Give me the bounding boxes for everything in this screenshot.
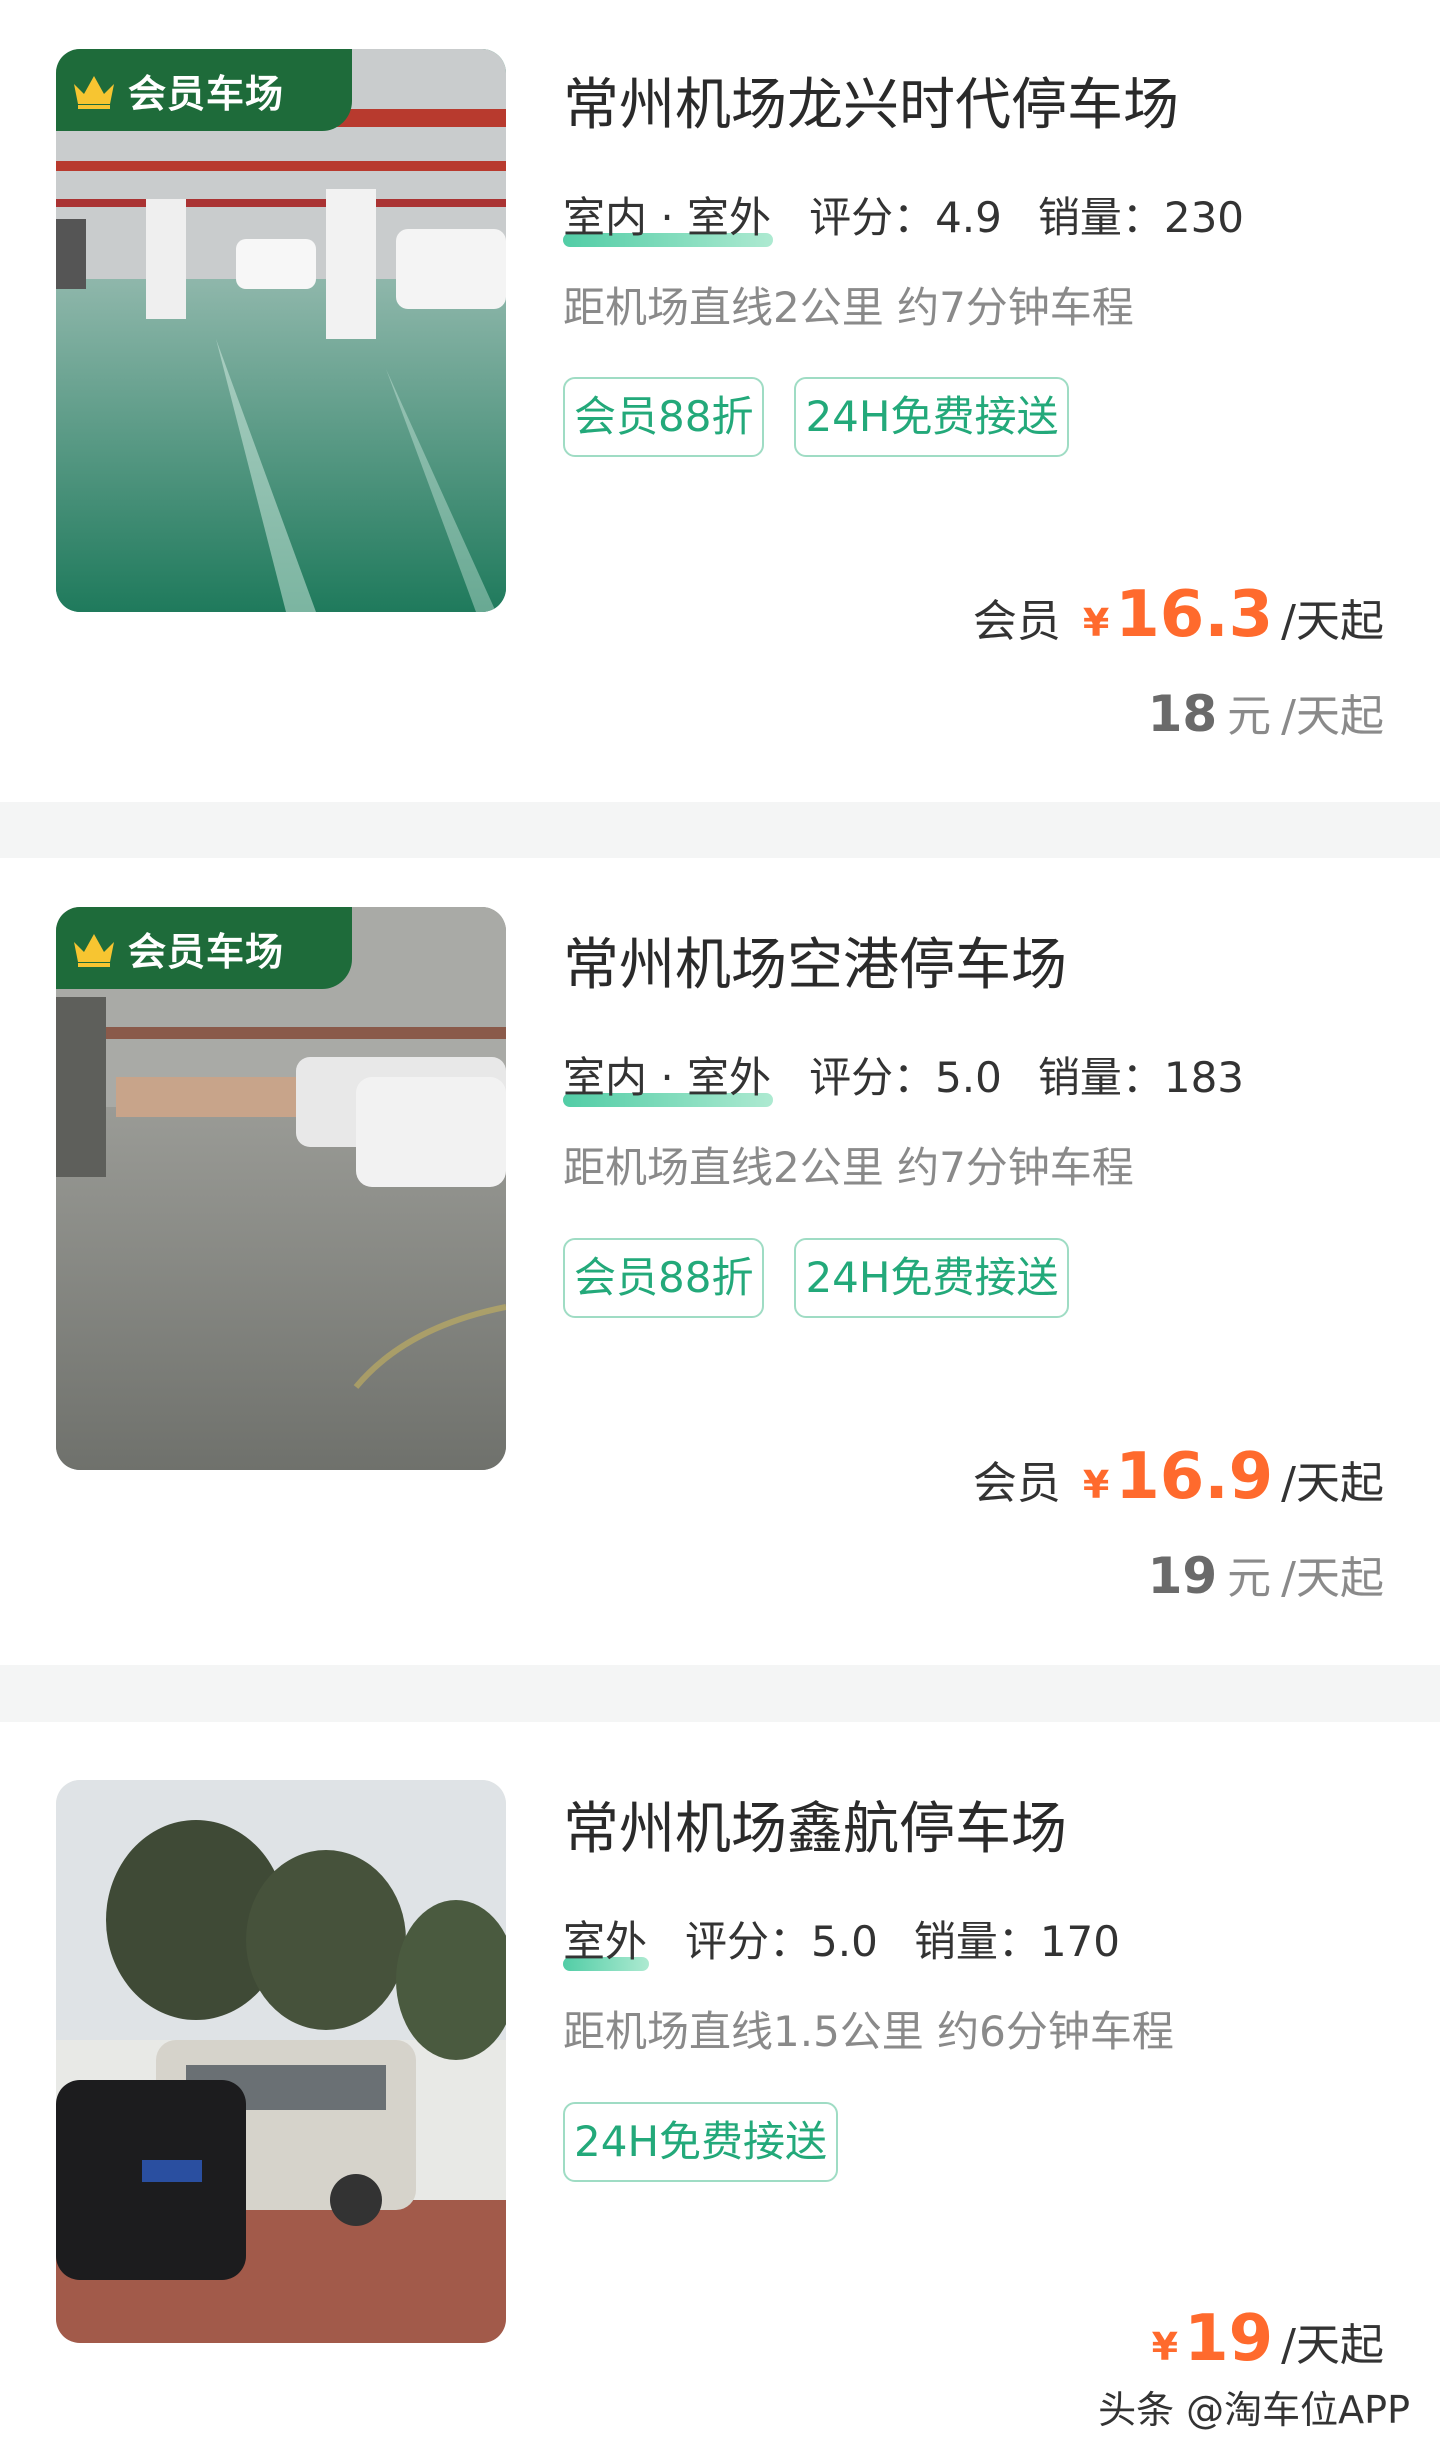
price-amount: 16.9 — [1115, 1440, 1274, 1514]
original-price-amount: 18 — [1147, 685, 1218, 743]
parking-lot-name[interactable]: 常州机场空港停车场 — [563, 920, 1067, 1001]
distance-info: 距机场直线2公里 约7分钟车程 — [563, 283, 1134, 332]
price-amount: 19 — [1184, 2302, 1274, 2376]
parking-type: 室内 · 室外 — [563, 184, 774, 247]
member-lot-badge: 会员车场 — [56, 907, 352, 989]
parking-listing-card[interactable]: 会员车场 常州机场空港停车场 室内 · 室外 评分：5.0 销量：183 距机场… — [0, 858, 1440, 1665]
sales-count: 销量：170 — [913, 1917, 1120, 1966]
currency-symbol: ¥ — [1151, 2325, 1179, 2369]
tag-list: 会员88折 24H免费接送 — [563, 377, 1099, 457]
crown-icon — [74, 76, 114, 109]
original-price-amount: 19 — [1147, 1547, 1218, 1605]
discount-tag: 会员88折 — [563, 1238, 765, 1318]
parking-lot-photo: 会员车场 — [56, 49, 506, 612]
distance-info: 距机场直线1.5公里 约6分钟车程 — [563, 2007, 1174, 2056]
original-price-unit: /天起 — [1281, 691, 1384, 742]
parking-lot-meta: 室内 · 室外 评分：4.9 销量：230 — [563, 184, 1245, 247]
shuttle-tag: 24H免费接送 — [563, 2102, 839, 2182]
original-price: 18 元 /天起 — [1148, 680, 1384, 744]
crown-icon — [74, 934, 114, 967]
original-price-unit: /天起 — [1281, 1553, 1384, 1604]
member-price: 会员 ¥ 16.9 /天起 — [973, 1440, 1384, 1514]
member-lot-badge: 会员车场 — [56, 49, 352, 131]
parking-lot-meta: 室外 评分：5.0 销量：170 — [563, 1908, 1120, 1971]
parking-lot-meta: 室内 · 室外 评分：5.0 销量：183 — [563, 1044, 1245, 1107]
member-lot-badge-label: 会员车场 — [128, 71, 285, 116]
member-price-label: 会员 — [972, 596, 1061, 647]
shuttle-tag: 24H免费接送 — [794, 1238, 1070, 1318]
parking-lot-name[interactable]: 常州机场龙兴时代停车场 — [563, 60, 1179, 141]
price-unit: /天起 — [1281, 596, 1384, 647]
parking-listing-card[interactable]: 常州机场鑫航停车场 室外 评分：5.0 销量：170 距机场直线1.5公里 约6… — [0, 1722, 1440, 2456]
original-price: 19 元 /天起 — [1148, 1542, 1384, 1606]
price: ¥ 19 /天起 — [1152, 2302, 1384, 2376]
member-price: 会员 ¥ 16.3 /天起 — [973, 578, 1384, 652]
price-unit: /天起 — [1281, 1458, 1384, 1509]
currency-symbol: ¥ — [1082, 601, 1110, 645]
rating: 评分：5.0 — [685, 1917, 878, 1966]
parking-type: 室外 — [563, 1908, 650, 1971]
parking-lot-photo — [56, 1780, 506, 2343]
price-unit: /天起 — [1281, 2320, 1384, 2371]
member-price-label: 会员 — [972, 1458, 1061, 1509]
distance-info: 距机场直线2公里 约7分钟车程 — [563, 1143, 1134, 1192]
tag-list: 24H免费接送 — [563, 2102, 868, 2182]
sales-count: 销量：230 — [1037, 193, 1245, 242]
original-price-currency: 元 — [1227, 1553, 1272, 1604]
parking-lot-photo: 会员车场 — [56, 907, 506, 1470]
discount-tag: 会员88折 — [563, 377, 765, 457]
currency-symbol: ¥ — [1082, 1463, 1110, 1507]
original-price-currency: 元 — [1227, 691, 1272, 742]
member-lot-badge-label: 会员车场 — [128, 929, 285, 974]
shuttle-tag: 24H免费接送 — [794, 377, 1070, 457]
rating: 评分：4.9 — [809, 193, 1002, 242]
parking-lot-name[interactable]: 常州机场鑫航停车场 — [563, 1784, 1067, 1865]
watermark: 头条 @淘车位APP — [1098, 2388, 1410, 2432]
price-amount: 16.3 — [1115, 578, 1274, 652]
rating: 评分：5.0 — [809, 1053, 1002, 1102]
tag-list: 会员88折 24H免费接送 — [563, 1238, 1099, 1318]
parking-type: 室内 · 室外 — [563, 1044, 774, 1107]
sales-count: 销量：183 — [1037, 1053, 1245, 1102]
parking-listing-card[interactable]: 会员车场 常州机场龙兴时代停车场 室内 · 室外 评分：4.9 销量：230 距… — [0, 0, 1440, 802]
